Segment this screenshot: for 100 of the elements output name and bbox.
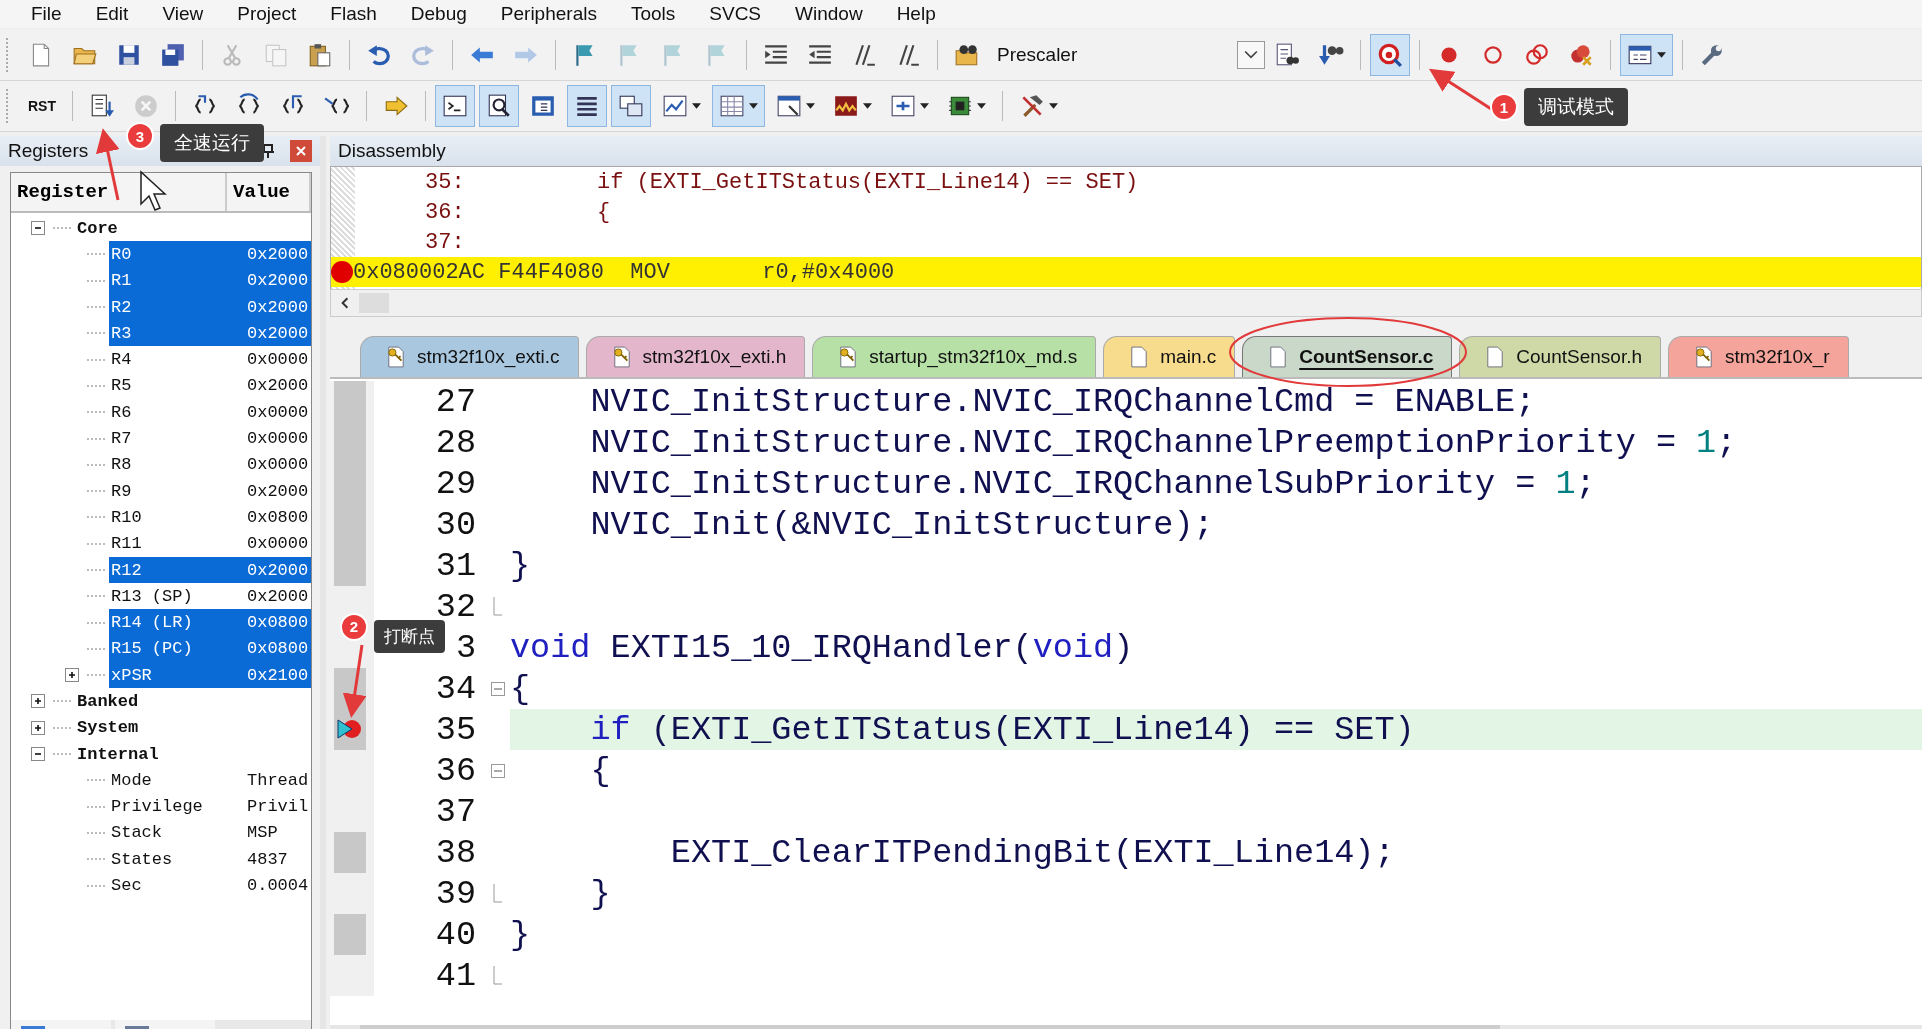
file-tab[interactable]: stm32f10x_exti.h xyxy=(585,336,806,377)
document-binoculars-icon xyxy=(1274,42,1300,68)
code-line: NVIC_InitStructure.NVIC_IRQChannelSubPriority = 1; xyxy=(589,464,1596,503)
code-line: } xyxy=(589,874,611,913)
grid-button[interactable] xyxy=(712,85,765,127)
line-number: 41 xyxy=(435,956,476,995)
plus-icon xyxy=(33,696,43,707)
plus-icon xyxy=(67,670,77,681)
chevron-icon xyxy=(1244,50,1258,60)
register-row[interactable]: R0 0x2000 xyxy=(109,241,311,268)
fold-minus-icon[interactable] xyxy=(491,763,505,778)
register-row[interactable]: R1 0x2000 xyxy=(109,267,311,294)
plus-icon xyxy=(33,722,43,733)
code-line: } xyxy=(510,915,531,954)
menu-item[interactable]: View xyxy=(145,1,221,27)
breakpoint-icon[interactable] xyxy=(331,261,353,283)
code-line: { xyxy=(510,669,531,708)
menu-item[interactable]: SVCS xyxy=(692,1,779,27)
expander-toggle[interactable] xyxy=(65,668,79,683)
column-header[interactable]: Value xyxy=(227,173,311,211)
register-row[interactable]: xPSR 0x2100 xyxy=(109,662,311,689)
register-row[interactable]: R9 0x2000 xyxy=(109,477,311,505)
reset-button[interactable]: RST xyxy=(21,85,63,127)
expander-toggle[interactable] xyxy=(31,221,45,235)
menu-item[interactable]: Help xyxy=(879,1,953,27)
menu-item[interactable]: Project xyxy=(220,1,314,27)
line-number: 35: xyxy=(425,169,466,195)
code-line: NVIC_InitStructure.NVIC_IRQChannelCmd = ENABLE; xyxy=(589,382,1536,421)
menu-item[interactable]: Edit xyxy=(78,1,146,27)
window-button[interactable] xyxy=(1620,34,1673,76)
close-button[interactable] xyxy=(290,140,312,162)
source-line: if (EXTI_GetITStatus(EXTI_Line14) == SET) xyxy=(597,169,1139,195)
register-row[interactable]: R7 0x0000 xyxy=(109,425,311,452)
expander-toggle[interactable] xyxy=(31,694,45,709)
breakpoint-arrow-icon[interactable] xyxy=(336,717,364,741)
line-number: 37 xyxy=(435,792,476,831)
console-icon xyxy=(442,93,468,119)
line-number: 39 xyxy=(435,874,476,913)
instruction-line: 0x080002AC F44F4080 MOV r0,#0x4000 xyxy=(353,259,895,285)
code-line: } xyxy=(510,546,531,585)
register-row[interactable]: Core xyxy=(75,215,311,242)
register-row[interactable]: Privilege Privil xyxy=(109,793,311,820)
register-row[interactable]: R14 (LR) 0x0800 xyxy=(109,609,311,636)
file-icon xyxy=(1486,346,1505,368)
document-magnifier-icon xyxy=(486,93,512,119)
scroll-left-icon[interactable] xyxy=(339,297,351,309)
menu-item[interactable]: Peripherals xyxy=(483,1,614,27)
expander-toggle[interactable] xyxy=(31,720,45,735)
file-tab[interactable]: CountSensor.h xyxy=(1459,336,1661,377)
stacked-windows-button[interactable] xyxy=(611,85,651,127)
binoculars-arrow-icon xyxy=(1318,42,1344,68)
trace-window-icon xyxy=(890,93,916,119)
find-combo-box[interactable]: Prescaler xyxy=(989,40,1265,70)
register-row[interactable]: Stack MSP xyxy=(109,819,311,847)
register-row[interactable]: System xyxy=(75,714,311,741)
debug-magnifier-button[interactable] xyxy=(1370,34,1410,76)
analyzer-icon xyxy=(833,93,859,119)
register-row[interactable]: States 4837 xyxy=(109,846,311,873)
file-tab[interactable]: startup_stm32f10x_md.s xyxy=(812,336,1097,377)
register-row[interactable]: Mode Thread xyxy=(109,767,311,794)
dropdown-button[interactable] xyxy=(1237,41,1265,69)
file-tab[interactable]: CountSensor.c xyxy=(1242,336,1453,377)
register-row[interactable]: R11 0x0000 xyxy=(109,530,311,557)
file-tab[interactable]: stm32f10x_r xyxy=(1668,336,1849,377)
register-row[interactable]: R15 (PC) 0x0800 xyxy=(109,635,311,663)
menu-item[interactable]: Tools xyxy=(613,1,693,27)
console-button[interactable] xyxy=(435,85,475,127)
register-row[interactable]: R12 0x2000 xyxy=(109,556,311,584)
file-tab[interactable]: stm32f10x_exti.c xyxy=(360,336,579,377)
register-row[interactable]: R6 0x0000 xyxy=(109,399,311,426)
document-magnifier-button[interactable] xyxy=(479,85,519,127)
grid-icon xyxy=(719,93,745,119)
register-row[interactable]: R10 0x0800 xyxy=(109,504,311,531)
register-row[interactable]: Banked xyxy=(75,688,311,715)
menu-item[interactable]: Window xyxy=(778,1,880,27)
file-icon xyxy=(1130,346,1149,368)
right-arrow-icon xyxy=(383,93,409,119)
menu-item[interactable]: Debug xyxy=(393,1,484,27)
register-row[interactable]: R2 0x2000 xyxy=(109,293,311,321)
fold-minus-icon[interactable] xyxy=(491,681,505,696)
menu-item[interactable]: Flash xyxy=(313,1,394,27)
code-line: NVIC_Init(&NVIC_InitStructure); xyxy=(589,505,1214,544)
menu-item[interactable]: File xyxy=(14,1,79,27)
line-number: 31 xyxy=(435,546,476,585)
register-row[interactable]: R3 0x2000 xyxy=(109,320,311,347)
register-row[interactable]: R5 0x2000 xyxy=(109,372,311,400)
register-row[interactable]: R4 0x0000 xyxy=(109,346,311,373)
code-line: EXTI_ClearITPendingBit(EXTI_Line14); xyxy=(669,833,1395,872)
register-row[interactable]: R13 (SP) 0x2000 xyxy=(109,583,311,610)
list-button[interactable] xyxy=(567,85,607,127)
register-row[interactable]: R8 0x0000 xyxy=(109,451,311,478)
register-row[interactable]: Internal xyxy=(75,740,311,768)
line-number: 27 xyxy=(435,382,476,421)
line-number: 36 xyxy=(435,751,476,790)
expander-toggle[interactable] xyxy=(31,746,45,761)
breakpoint-cross-icon xyxy=(1568,42,1594,68)
file-tab[interactable]: main.c xyxy=(1103,336,1236,377)
register-row[interactable]: Sec 0.0004 xyxy=(109,872,311,899)
locked-file-icon xyxy=(612,346,631,368)
horizontal-scrollbar[interactable] xyxy=(330,289,1922,317)
